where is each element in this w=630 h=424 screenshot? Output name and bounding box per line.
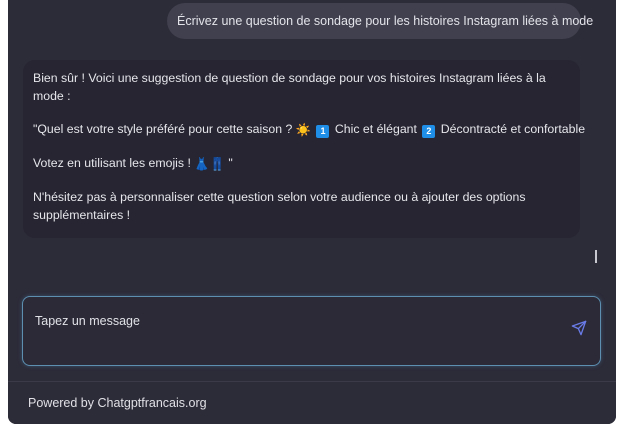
assistant-question: "Quel est votre style préféré pour cette…: [33, 120, 585, 139]
text-cursor: [595, 250, 597, 263]
assistant-vote: Votez en utilisant les emojis ! 👗👖 ": [33, 154, 570, 173]
question-text: "Quel est votre style préféré pour cette…: [33, 122, 293, 136]
quote-end: ": [228, 156, 233, 170]
send-icon[interactable]: [571, 320, 587, 336]
footer: Powered by Chatgptfrancais.org: [8, 381, 616, 424]
jeans-emoji-icon: 👖: [209, 157, 225, 171]
send-button[interactable]: [570, 319, 588, 337]
sun-emoji-icon: ☀️: [295, 123, 312, 137]
keycap-two-icon: 2: [422, 125, 436, 138]
assistant-message: Bien sûr ! Voici une suggestion de quest…: [23, 60, 585, 238]
keycap-one-icon: 1: [316, 125, 330, 138]
powered-by-text: Powered by Chatgptfrancais.org: [28, 396, 207, 410]
user-message: Écrivez une question de sondage pour les…: [167, 3, 593, 39]
vote-text: Votez en utilisant les emojis !: [33, 156, 191, 170]
message-composer[interactable]: Tapez un message: [22, 296, 601, 366]
assistant-closing: N'hésitez pas à personnaliser cette ques…: [33, 190, 526, 222]
assistant-intro: Bien sûr ! Voici une suggestion de quest…: [33, 71, 546, 103]
user-message-text: Écrivez une question de sondage pour les…: [177, 14, 594, 28]
option-one-text: Chic et élégant: [334, 122, 417, 136]
message-input[interactable]: Tapez un message: [35, 314, 140, 328]
option-two-text: Décontracté et confortable: [440, 122, 586, 136]
dress-emoji-icon: 👗: [194, 157, 210, 171]
page-edge: [616, 0, 630, 424]
